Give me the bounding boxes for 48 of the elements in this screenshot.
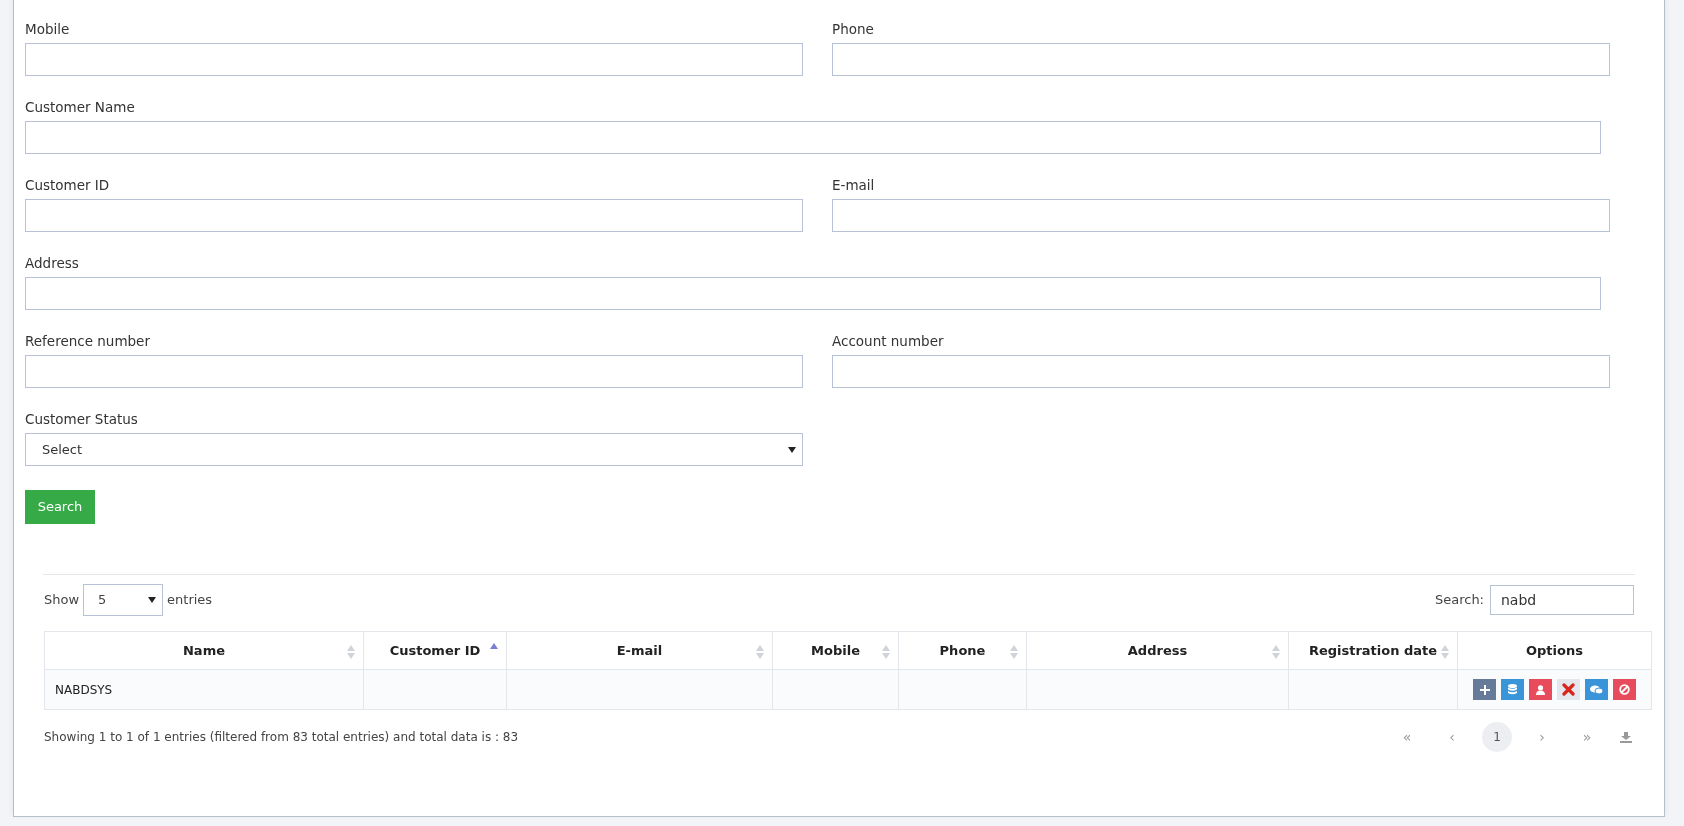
field-label: Address	[25, 254, 79, 273]
header-cell: Options	[1457, 631, 1652, 670]
field-label: Mobile	[25, 20, 70, 39]
sort-icon	[1010, 645, 1018, 659]
page-link[interactable]: 1	[1482, 722, 1512, 752]
table-info-text: Showing 1 to 1 of 1 entries (filtered from 83 total entries) and total data is : 83	[44, 729, 519, 746]
table-search-field[interactable]: nabd	[1490, 585, 1634, 615]
plus-icon	[1479, 684, 1490, 695]
field-label: Account number	[832, 332, 944, 351]
block-button[interactable]	[1613, 679, 1636, 700]
header-cell[interactable]: Name	[44, 631, 364, 670]
search-label: Search:	[1434, 591, 1484, 610]
header-cell[interactable]: Registration date	[1288, 631, 1458, 670]
chat-bubbles-icon	[1590, 684, 1603, 695]
close-icon	[1562, 683, 1575, 696]
header-cell[interactable]: Address	[1026, 631, 1289, 670]
database-button[interactable]	[1501, 679, 1524, 700]
database-icon	[1508, 684, 1517, 695]
page-size-select[interactable]: 5	[83, 584, 164, 616]
field-label: Phone	[832, 20, 874, 39]
sort-icon	[1272, 645, 1280, 659]
field-label: Customer Name	[25, 98, 135, 117]
status-select[interactable]: Select	[25, 433, 803, 466]
header-cell[interactable]: Customer ID	[363, 631, 507, 670]
sort-icon	[1441, 645, 1449, 659]
download-icon[interactable]	[1620, 731, 1632, 743]
user-icon	[1536, 684, 1545, 695]
field-label: Customer ID	[25, 176, 110, 195]
header-cell[interactable]: Mobile	[772, 631, 899, 670]
sort-icon	[882, 645, 890, 659]
block-icon	[1619, 684, 1630, 695]
show-label: Show	[44, 591, 80, 610]
field-label: Customer Status	[25, 410, 138, 429]
field-label: Reference number	[25, 332, 150, 351]
add-button[interactable]	[1473, 679, 1496, 700]
caret-icon	[148, 597, 157, 603]
sort-icon	[756, 645, 764, 659]
sort-ascending-icon	[490, 643, 498, 649]
delete-button[interactable]	[1557, 679, 1580, 700]
entries-label: entries	[167, 591, 213, 610]
chat-button[interactable]	[1585, 679, 1608, 700]
header-cell[interactable]: E-mail	[506, 631, 773, 670]
caret-icon	[788, 446, 796, 453]
sort-icon	[347, 645, 355, 659]
table-cell: NABDSYS	[55, 682, 113, 697]
header-cell[interactable]: Phone	[898, 631, 1027, 670]
field-label: E-mail	[832, 176, 875, 195]
user-button[interactable]	[1529, 679, 1552, 700]
